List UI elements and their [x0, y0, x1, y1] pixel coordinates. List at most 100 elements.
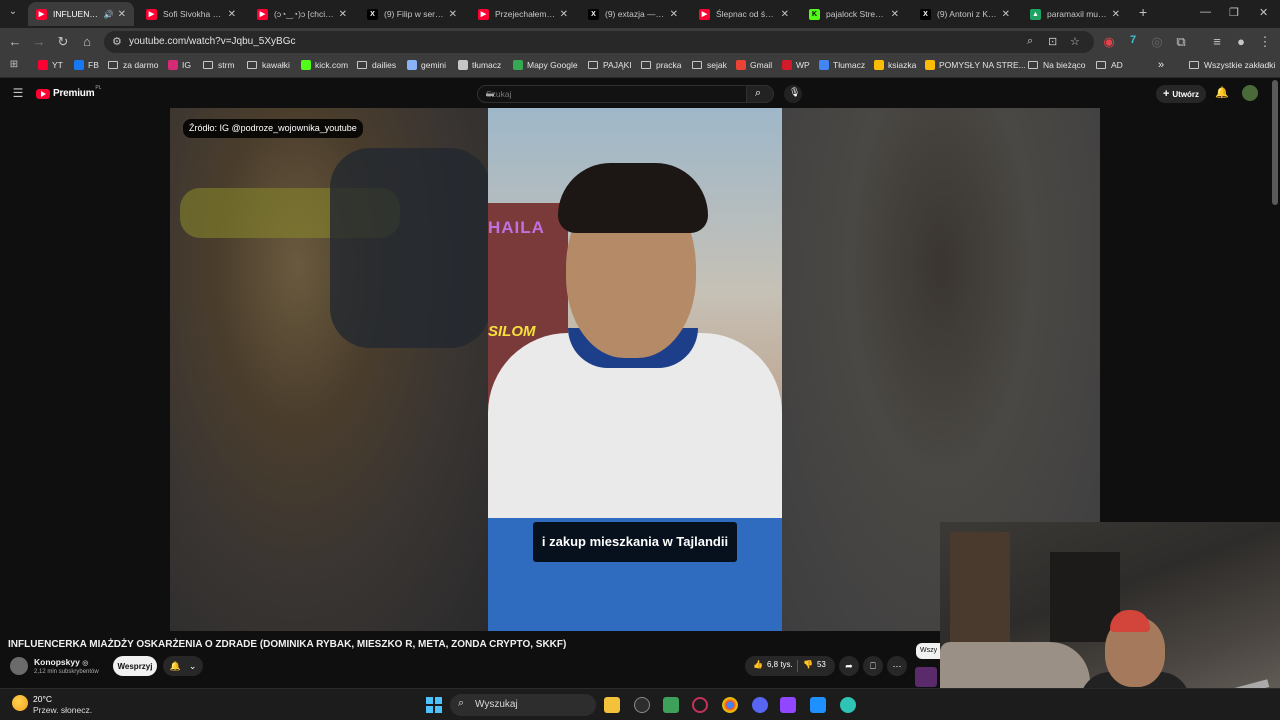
channel-name[interactable]: Konopskyy ◎ [34, 657, 88, 667]
bookmark-5[interactable]: strm [203, 60, 235, 70]
record-extension-icon[interactable]: ◉ [1101, 34, 1117, 50]
like-button[interactable]: 👍 6,8 tys. [753, 660, 793, 669]
voice-search-button[interactable]: 🎙 [784, 85, 802, 103]
minimize-button[interactable]: — [1200, 6, 1211, 18]
obs-icon[interactable] [634, 697, 650, 713]
notifications-bell-icon[interactable]: 🔔 [1214, 86, 1230, 99]
extensions-puzzle-icon[interactable]: ⧉ [1173, 34, 1189, 50]
media-control-icon[interactable]: ≡ [1209, 34, 1225, 49]
page-scrollbar[interactable] [1272, 80, 1278, 205]
search-input[interactable]: Szukaj ▬ [477, 85, 747, 103]
forward-icon[interactable]: → [31, 34, 47, 49]
globe-app-icon[interactable] [840, 697, 856, 713]
home-icon[interactable]: ⌂ [79, 34, 95, 49]
related-video-thumbnail[interactable] [915, 667, 937, 687]
bookmark-2[interactable]: FB [74, 60, 99, 70]
tab-3[interactable]: ▶ (ɔ◔‿◔)ɔ [chcialb ✕ [249, 2, 355, 26]
close-tab-icon[interactable]: ✕ [449, 9, 457, 20]
create-button[interactable]: + Utwórz [1156, 85, 1206, 103]
close-tab-icon[interactable]: ✕ [781, 9, 789, 20]
keyboard-icon[interactable]: ▬ [486, 89, 740, 98]
profile-avatar-icon[interactable]: ● [1233, 34, 1249, 49]
tab-2[interactable]: ▶ Sofi Sivokha - NIE ✕ [138, 2, 244, 26]
more-actions-button[interactable]: ⋯ [887, 656, 907, 676]
weather-sun-icon[interactable] [12, 695, 28, 711]
chrome-icon[interactable] [722, 697, 738, 713]
account-avatar[interactable] [1242, 85, 1258, 101]
more-bookmarks-icon[interactable]: » [1158, 59, 1164, 71]
tab-1[interactable]: ▶ INFLUENCERKA🔊 ✕ [28, 2, 134, 26]
bookmark-15[interactable]: Gmail [736, 60, 772, 70]
opera-gx-icon[interactable] [692, 697, 708, 713]
restore-button[interactable]: ❐ [1229, 6, 1239, 19]
tab-search-chevron-icon[interactable]: ⌄ [5, 6, 21, 17]
back-icon[interactable]: ← [7, 34, 23, 49]
subscription-bell-button[interactable]: 🔔 ⌄ [163, 656, 203, 676]
tab-8[interactable]: Kpajalock Stream - ✕ [801, 2, 907, 26]
close-tab-icon[interactable]: ✕ [891, 9, 899, 20]
bookmark-4[interactable]: IG [168, 60, 191, 70]
bookmark-star-icon[interactable]: ☆ [1070, 35, 1080, 48]
tab-6[interactable]: X (9) extazja — Wy ✕ [580, 2, 686, 26]
tab-9[interactable]: X (9) Antoni z Kijow ✕ [912, 2, 1018, 26]
channel-avatar[interactable] [10, 657, 28, 675]
close-tab-icon[interactable]: ✕ [339, 9, 347, 20]
taskbar-search[interactable]: ⌕ Wyszukaj [450, 694, 596, 716]
site-info-icon[interactable]: ⚙ [112, 35, 122, 48]
bookmark-1[interactable]: YT [38, 60, 63, 70]
bookmark-10[interactable]: tłumacz [458, 60, 501, 70]
bookmark-8[interactable]: dailies [357, 60, 396, 70]
vpn-shield-icon[interactable] [663, 697, 679, 713]
apps-grid-icon[interactable]: ⊞ [6, 59, 22, 70]
bookmark-3[interactable]: za darmo [108, 60, 158, 70]
zoom-search-icon[interactable]: ⌕ [1027, 35, 1033, 48]
bookmark-6[interactable]: kawałki [247, 60, 290, 70]
seven-tv-extension-icon[interactable]: 7 [1125, 34, 1141, 46]
windows-start-icon[interactable] [426, 697, 442, 713]
discord-icon[interactable] [752, 697, 768, 713]
bookmark-11[interactable]: Mapy Google [513, 60, 578, 70]
youtube-premium-logo[interactable]: Premium PL [36, 85, 102, 99]
weather-temperature[interactable]: 20°C [33, 694, 52, 704]
address-bar[interactable]: ⚙ youtube.com/watch?v=Jqbu_5XyBGc ⌕ ⊡ ☆ [104, 31, 1094, 53]
reload-icon[interactable]: ↻ [55, 34, 71, 50]
close-tab-icon[interactable]: ✕ [118, 9, 126, 20]
share-button[interactable]: ➦ [839, 656, 859, 676]
file-explorer-icon[interactable] [604, 697, 620, 713]
close-tab-icon[interactable]: ✕ [560, 9, 568, 20]
bookmark-13[interactable]: pracka [641, 60, 682, 70]
close-tab-icon[interactable]: ✕ [228, 9, 236, 20]
all-bookmarks-button[interactable]: Wszystkie zakładki [1189, 60, 1275, 70]
speaker-icon[interactable]: 🔊 [104, 10, 114, 19]
close-tab-icon[interactable]: ✕ [1112, 9, 1120, 20]
tab-5[interactable]: ▶ Przejechałem Pol ✕ [470, 2, 576, 26]
twitch-icon[interactable] [780, 697, 796, 713]
search-button[interactable]: ⌕ [746, 85, 774, 103]
new-tab-button[interactable]: + [1139, 4, 1147, 20]
bookmark-7[interactable]: kick.com [301, 60, 348, 70]
close-tab-icon[interactable]: ✕ [1002, 9, 1010, 20]
bookmark-21[interactable]: AD [1096, 60, 1123, 70]
bookmark-18[interactable]: ksiazka [874, 60, 916, 70]
bookmark-20[interactable]: Na bieżąco [1028, 60, 1086, 70]
tab-7[interactable]: ▶ Ślepnac od świate ✕ [691, 2, 797, 26]
photos-icon[interactable] [810, 697, 826, 713]
tab-10[interactable]: ▲ paramaxil murcja ✕ [1022, 2, 1128, 26]
bookmark-9[interactable]: gemini [407, 60, 446, 70]
dislike-button[interactable]: 👎 53 [803, 660, 826, 669]
install-app-icon[interactable]: ⊡ [1048, 35, 1057, 48]
bookmark-17[interactable]: Tłumacz [819, 60, 865, 70]
bookmark-12[interactable]: PAJĄKI [588, 60, 632, 70]
close-tab-icon[interactable]: ✕ [670, 9, 678, 20]
bookmark-16[interactable]: WP [782, 60, 810, 70]
bookmark-19[interactable]: POMYSŁY NA STRE... [925, 60, 1026, 70]
extension-icon[interactable]: ◎ [1149, 34, 1165, 50]
join-button[interactable]: Wesprzyj [113, 656, 157, 676]
bookmark-14[interactable]: sejak [692, 60, 727, 70]
weather-condition[interactable]: Przew. słonecz. [33, 705, 92, 715]
save-button[interactable]: ⎕ [863, 656, 883, 676]
tab-4[interactable]: X (9) Filip w serwisie ✕ [359, 2, 465, 26]
chrome-menu-icon[interactable]: ⋮ [1257, 34, 1273, 50]
hamburger-menu-icon[interactable]: ☰ [10, 86, 26, 100]
close-window-button[interactable]: ✕ [1259, 6, 1268, 19]
